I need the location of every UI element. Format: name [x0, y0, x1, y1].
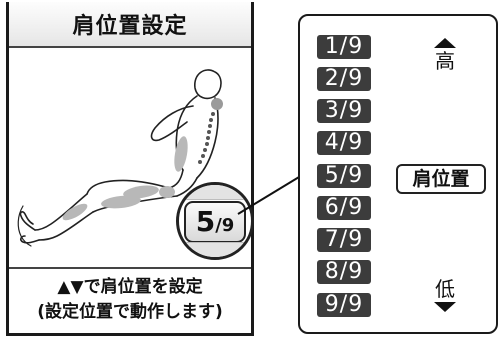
- level-badge-1: 1/9: [317, 35, 371, 59]
- level-badge-6: 6/9: [317, 196, 371, 220]
- level-badge-9: 9/9: [317, 293, 371, 317]
- instruction-text: ▲▼で肩位置を設定 (設定位置で動作します): [9, 267, 251, 333]
- level-badge-4: 4/9: [317, 131, 371, 155]
- triangle-down-icon: [434, 302, 456, 312]
- low-indicator: 低: [425, 278, 465, 312]
- current-level-total: /9: [215, 215, 235, 236]
- instruction-line-2: (設定位置で動作します): [37, 302, 223, 322]
- instruction-line-1: ▲▼で肩位置を設定: [57, 277, 203, 297]
- level-badge-5: 5/9: [317, 164, 371, 188]
- high-label: 高: [435, 49, 455, 73]
- level-badge-3: 3/9: [317, 99, 371, 123]
- high-indicator: 高: [425, 38, 465, 72]
- current-level-value: 5: [195, 205, 216, 238]
- shoulder-position-panel: 肩位置設定 5 /9 ▲▼で肩位置を設定 (設定位置で動作します): [6, 2, 254, 336]
- callout-leader-line: [237, 173, 305, 215]
- level-badge-8: 8/9: [317, 260, 371, 284]
- shoulder-position-label: 肩位置: [396, 164, 486, 194]
- triangle-up-icon: [434, 38, 456, 48]
- shoulder-level-legend: 1/9 2/9 3/9 4/9 5/9 6/9 7/9 8/9 9/9 高 肩位…: [298, 14, 498, 334]
- panel-title: 肩位置設定: [9, 2, 251, 48]
- low-label: 低: [435, 277, 455, 301]
- level-badge-7: 7/9: [317, 228, 371, 252]
- indicator-next-level: [179, 242, 251, 257]
- level-badge-2: 2/9: [317, 67, 371, 91]
